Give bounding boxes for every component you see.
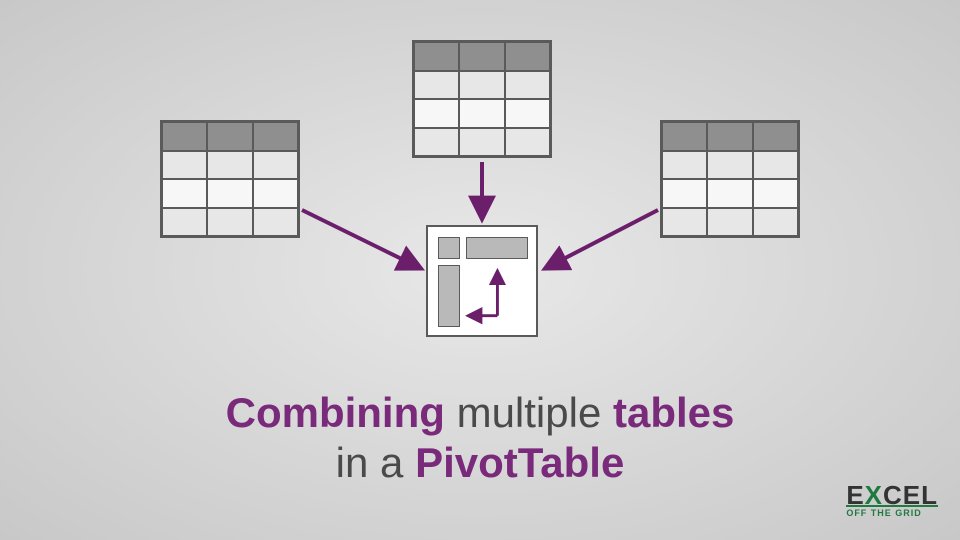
source-table-center <box>412 40 552 158</box>
heading-word-tables: tables <box>613 389 734 436</box>
logo-letter-e: E <box>846 480 864 510</box>
source-table-right <box>660 120 800 238</box>
pivot-table-icon <box>426 225 538 337</box>
logo-brand: EXCEL <box>846 484 938 507</box>
heading-word-combining: Combining <box>226 389 445 436</box>
slide-heading: Combining multiple tables in a PivotTabl… <box>0 388 960 489</box>
source-table-left <box>160 120 300 238</box>
pivot-inner-arrows-icon <box>428 227 536 335</box>
heading-word-in-a: in a <box>336 439 404 486</box>
logo-letter-x: X <box>865 480 883 510</box>
heading-word-pivottable: PivotTable <box>415 439 624 486</box>
logo-letters-cel: CEL <box>883 480 938 510</box>
slide-canvas: Combining multiple tables in a PivotTabl… <box>0 0 960 540</box>
excel-off-the-grid-logo: EXCEL OFF THE GRID <box>846 484 938 518</box>
heading-word-multiple: multiple <box>457 389 602 436</box>
